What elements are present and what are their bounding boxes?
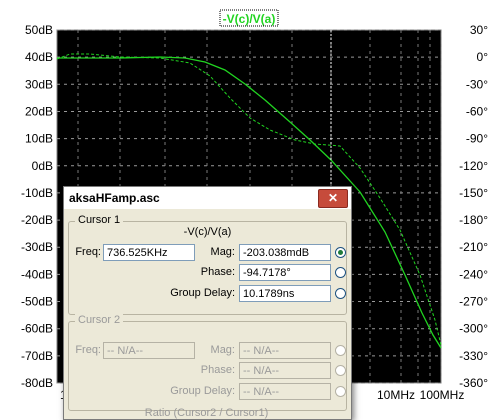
- cursor-1-phase-radio[interactable]: [335, 267, 346, 278]
- right-tick-label: -120°: [459, 159, 488, 173]
- left-tick-label: 20dB: [25, 104, 53, 118]
- cursor-1-mag-field[interactable]: -203.038mdB: [239, 244, 331, 261]
- left-tick-label: -40dB: [21, 267, 53, 281]
- cursor-1-expression: -V(c)/V(a): [183, 226, 232, 238]
- cursor-2-mag-radio: [335, 345, 346, 356]
- cursor-1-group-delay-field[interactable]: 10.1789ns: [239, 285, 331, 302]
- left-tick-label: -10dB: [21, 186, 53, 200]
- right-tick-label: -60°: [466, 104, 488, 118]
- left-tick-label: -20dB: [21, 213, 53, 227]
- cursor-2-phase-field: -- N/A--: [239, 362, 331, 379]
- right-tick-label: -300°: [459, 322, 488, 336]
- mag-label: Mag:: [210, 344, 235, 356]
- cursor-2-group-delay-field: -- N/A--: [239, 383, 331, 400]
- cursor-2-label: Cursor 2: [75, 314, 124, 326]
- mag-label: Mag:: [210, 246, 235, 258]
- right-tick-label: 0°: [477, 50, 489, 64]
- left-tick-label: 0dB: [32, 159, 53, 173]
- trace-label[interactable]: -V(c)/V(a): [223, 12, 276, 26]
- phase-label: Phase:: [200, 364, 235, 376]
- right-tick-label: -90°: [466, 132, 488, 146]
- right-tick-label: -240°: [459, 267, 488, 281]
- group-delay-label: Group Delay:: [170, 385, 235, 397]
- left-tick-label: -80dB: [21, 376, 53, 390]
- left-tick-label: 10dB: [25, 132, 53, 146]
- right-tick-label: -330°: [459, 349, 488, 363]
- cursor-2-mag-field: -- N/A--: [239, 342, 331, 359]
- cursor-1-label: Cursor 1: [75, 214, 124, 226]
- cursor-1-group-delay-radio[interactable]: [335, 288, 346, 299]
- freq-label: Freq:: [75, 344, 101, 356]
- left-tick-label: -70dB: [21, 349, 53, 363]
- dialog-title: aksaHFamp.asc: [69, 191, 160, 205]
- right-tick-label: -210°: [459, 240, 488, 254]
- right-tick-label: -30°: [466, 77, 488, 91]
- freq-label: Freq:: [75, 246, 101, 258]
- group-delay-label: Group Delay:: [170, 287, 235, 299]
- right-tick-label: 30°: [470, 23, 488, 37]
- x-tick-label: 10MHz: [377, 388, 415, 402]
- cursor-2-group-delay-radio: [335, 386, 346, 397]
- cursor-1-mag-radio[interactable]: [335, 247, 346, 258]
- right-tick-label: -180°: [459, 213, 488, 227]
- left-tick-label: 30dB: [25, 77, 53, 91]
- cursor-2-phase-radio: [335, 365, 346, 376]
- cursor-2-freq-field: -- N/A--: [103, 342, 195, 359]
- left-tick-label: 40dB: [25, 50, 53, 64]
- right-tick-label: -150°: [459, 186, 488, 200]
- left-tick-label: 50dB: [25, 23, 53, 37]
- ratio-label: Ratio (Cursor2 / Cursor1): [144, 407, 269, 419]
- cursor-1-phase-field[interactable]: -94.7178°: [239, 264, 331, 281]
- left-tick-label: -50dB: [21, 295, 53, 309]
- cursor-dialog[interactable]: aksaHFamp.asc ✕ Cursor 1 -V(c)/V(a) Freq…: [63, 186, 352, 420]
- dialog-titlebar[interactable]: aksaHFamp.asc ✕: [64, 187, 351, 209]
- left-tick-label: -60dB: [21, 322, 53, 336]
- cursor-1-freq-field[interactable]: 736.525KHz: [103, 244, 195, 261]
- left-tick-label: -30dB: [21, 240, 53, 254]
- cursor-2-group: Cursor 2 Freq: -- N/A-- Mag: -- N/A-- Ph…: [68, 314, 347, 411]
- right-tick-label: -270°: [459, 295, 488, 309]
- x-tick-label: 100MHz: [420, 388, 465, 402]
- close-button[interactable]: ✕: [318, 189, 348, 208]
- phase-label: Phase:: [200, 266, 235, 278]
- cursor-1-group: Cursor 1 -V(c)/V(a) Freq: 736.525KHz Mag…: [68, 214, 347, 315]
